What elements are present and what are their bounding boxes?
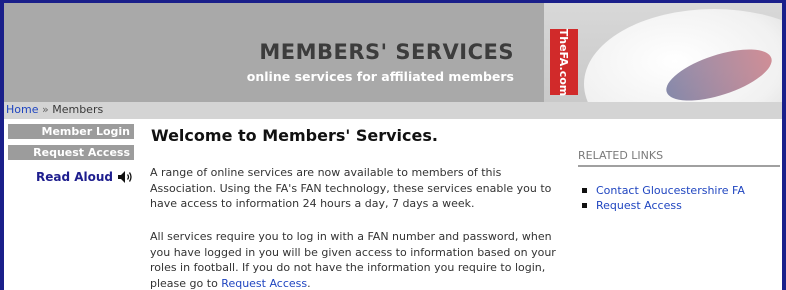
read-aloud-button[interactable]: Read Aloud bbox=[36, 170, 135, 184]
banner-image: TheFA.com bbox=[544, 3, 782, 102]
sidebar-item-request-access[interactable]: Request Access bbox=[8, 145, 134, 160]
login-info-paragraph: All services require you to log in with … bbox=[150, 229, 565, 290]
related-link-request-access[interactable]: Request Access bbox=[582, 198, 745, 213]
breadcrumb-current: Members bbox=[52, 103, 104, 116]
related-links-heading: RELATED LINKS bbox=[578, 149, 664, 162]
related-links-list: Contact Gloucestershire FA Request Acces… bbox=[582, 183, 745, 213]
login-info-end: . bbox=[307, 276, 311, 290]
login-info-text: All services require you to log in with … bbox=[150, 230, 556, 290]
fa-logo-text: TheFA.com bbox=[557, 28, 571, 96]
related-link-label: Contact Gloucestershire FA bbox=[596, 184, 745, 197]
frame-border-right bbox=[782, 0, 786, 290]
request-access-inline-link[interactable]: Request Access bbox=[221, 277, 307, 290]
banner-subtitle: online services for affiliated members bbox=[246, 69, 514, 84]
bullet-icon bbox=[582, 203, 587, 208]
page-title: Welcome to Members' Services. bbox=[151, 126, 438, 145]
breadcrumb-separator: » bbox=[41, 103, 49, 116]
breadcrumb-home-link[interactable]: Home bbox=[6, 103, 38, 116]
breadcrumb: Home » Members bbox=[6, 103, 103, 116]
bullet-icon bbox=[582, 188, 587, 193]
related-links-divider bbox=[578, 165, 780, 167]
speaker-icon bbox=[118, 171, 132, 183]
related-link-contact[interactable]: Contact Gloucestershire FA bbox=[582, 183, 745, 198]
header-banner: MEMBERS' SERVICES online services for af… bbox=[4, 3, 782, 102]
sidebar-item-member-login[interactable]: Member Login bbox=[8, 124, 134, 139]
breadcrumb-bar: Home » Members bbox=[4, 102, 782, 119]
intro-paragraph: A range of online services are now avail… bbox=[150, 166, 552, 210]
page-frame: MEMBERS' SERVICES online services for af… bbox=[0, 0, 786, 290]
related-link-label: Request Access bbox=[596, 199, 682, 212]
read-aloud-label: Read Aloud bbox=[36, 170, 114, 184]
fa-logo-badge: TheFA.com bbox=[550, 28, 578, 96]
banner-title: MEMBERS' SERVICES bbox=[259, 40, 514, 64]
